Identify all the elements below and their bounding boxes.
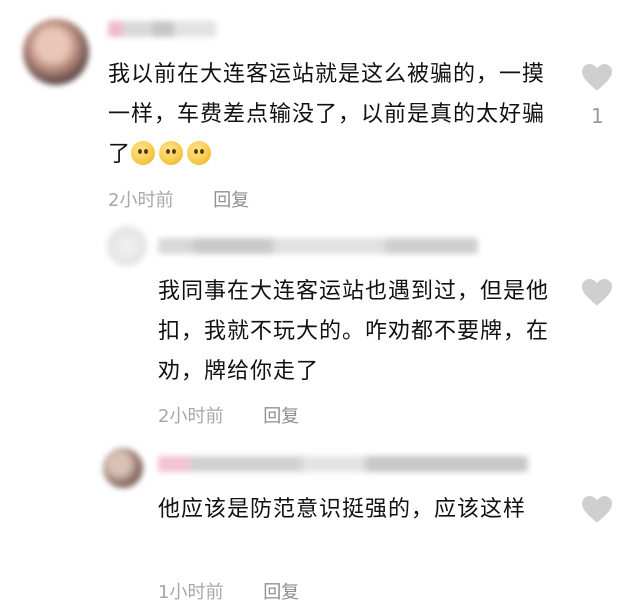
reply-button[interactable]: 回复 (213, 190, 249, 211)
avatar[interactable] (23, 19, 89, 85)
timestamp: 1小时前 (158, 582, 224, 603)
username-blurred[interactable] (158, 456, 528, 472)
emoji-icon (187, 141, 212, 165)
heart-icon[interactable] (580, 62, 614, 92)
timestamp: 2小时前 (108, 190, 174, 211)
avatar[interactable] (103, 448, 143, 488)
comment-meta: 2小时前 回复 (158, 402, 299, 428)
comment-text: 我同事在大连客运站也遇到过，但是他扣，我就不玩大的。咋劝都不要牌，在劝，牌给你走… (158, 272, 578, 392)
heart-icon[interactable] (580, 494, 614, 524)
reply-button[interactable]: 回复 (263, 582, 299, 603)
username-blurred[interactable] (158, 238, 478, 254)
avatar[interactable] (107, 226, 147, 266)
comment-meta: 1小时前 回复 (158, 578, 299, 604)
emoji-icon (131, 141, 156, 165)
emoji-icon (159, 141, 184, 165)
comment-body: 他应该是防范意识挺强的，应该这样 (158, 497, 527, 522)
timestamp: 2小时前 (158, 406, 224, 427)
comment-meta: 2小时前 回复 (108, 186, 249, 212)
username-blurred[interactable] (108, 21, 216, 37)
comment-text: 他应该是防范意识挺强的，应该这样 (158, 490, 578, 530)
reply-button[interactable]: 回复 (263, 406, 299, 427)
heart-icon[interactable] (580, 277, 614, 307)
like-count: 1 (591, 104, 604, 128)
comment-text: 我以前在大连客运站就是这么被骗的，一摸一样，车费差点输没了，以前是真的太好骗了 (108, 55, 558, 175)
comment-body: 我同事在大连客运站也遇到过，但是他扣，我就不玩大的。咋劝都不要牌，在劝，牌给你走… (158, 279, 550, 384)
